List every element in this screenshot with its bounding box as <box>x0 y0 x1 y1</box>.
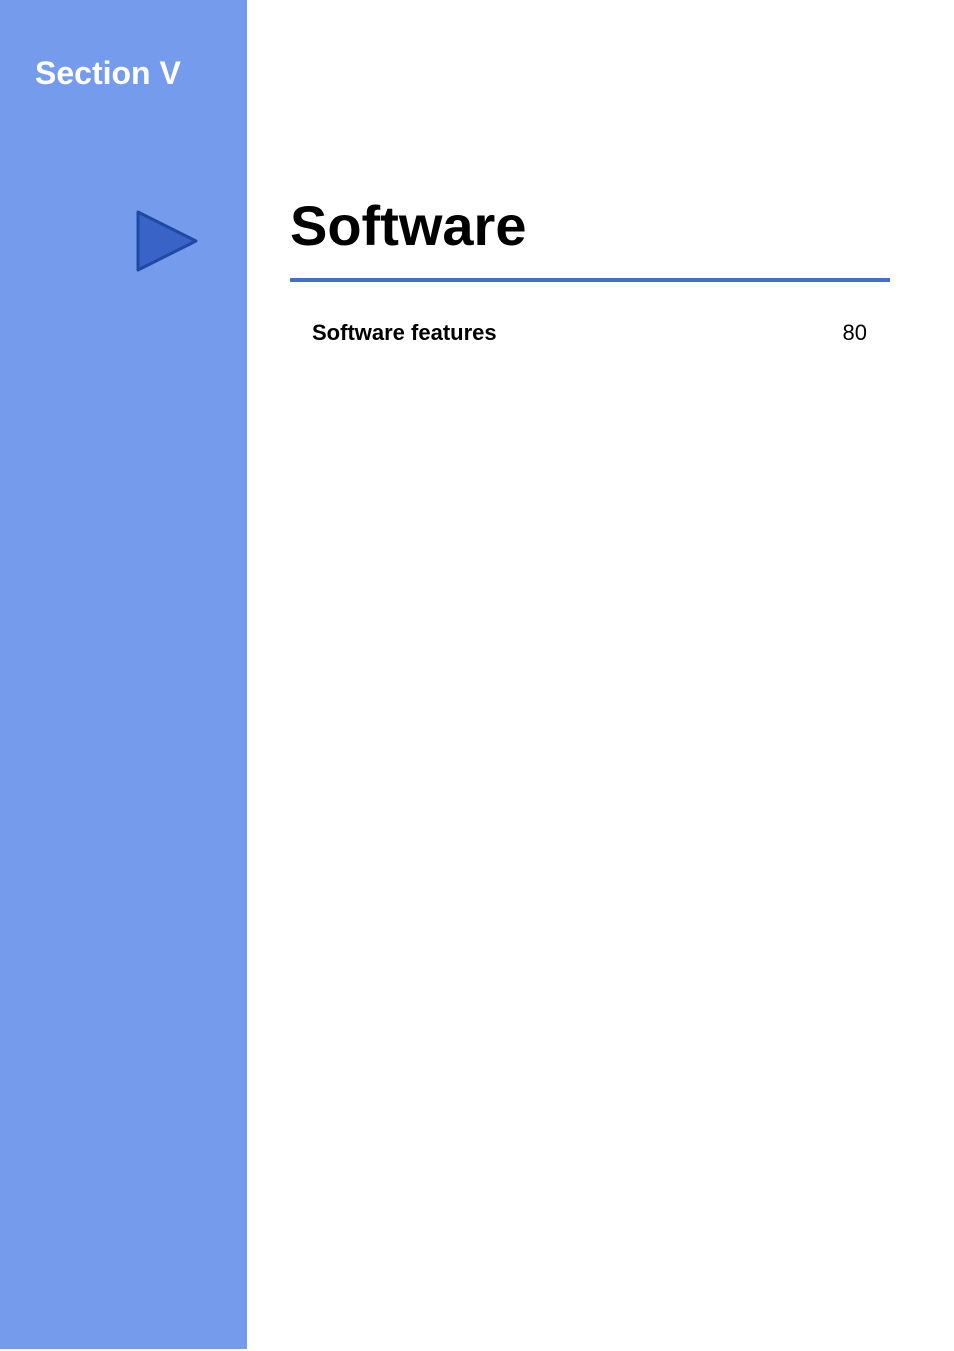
toc-row: Software features 80 <box>312 320 867 346</box>
toc-entry-label: Software features <box>312 320 497 346</box>
sidebar-band <box>0 0 247 1349</box>
toc-entry-page: 80 <box>843 320 867 346</box>
title-underline <box>290 278 890 282</box>
section-marker-icon <box>132 206 202 276</box>
section-label: Section V <box>35 55 181 92</box>
document-page: Section V Software Software features 80 <box>0 0 954 1351</box>
chapter-title: Software <box>290 195 527 257</box>
